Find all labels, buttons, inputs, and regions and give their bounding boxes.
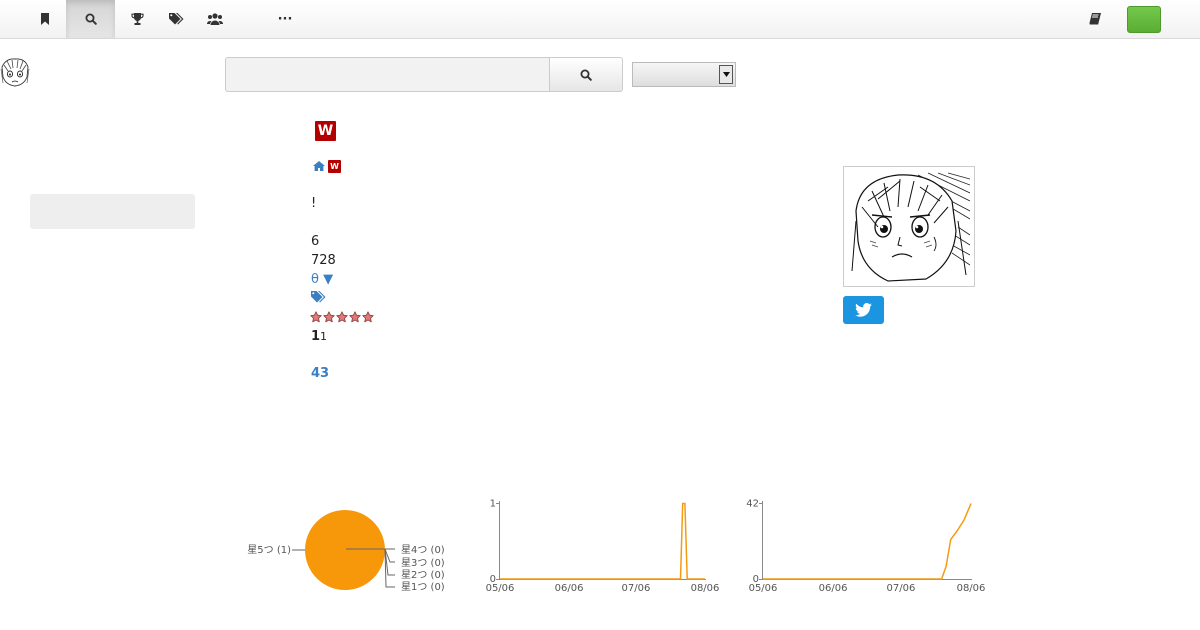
nav-search[interactable]: [66, 0, 115, 38]
chart2-x-tick-label: 07/06: [886, 583, 915, 594]
wiki-badge-large: W: [315, 121, 336, 141]
wiki-badge-small[interactable]: W: [328, 159, 341, 173]
chart1-y-tick-label: 1: [490, 499, 496, 510]
nav-book[interactable]: [1080, 0, 1110, 38]
chart2-series-line: [763, 503, 972, 580]
chart1-x-tick-label: 08/06: [691, 583, 720, 594]
tags-row: [311, 291, 326, 308]
rating-small: 1: [320, 330, 328, 343]
top-navbar: ···: [0, 0, 1200, 39]
account-button[interactable]: [1127, 6, 1161, 33]
nav-bookmark[interactable]: [30, 0, 60, 38]
pie-label-star1: 星1つ (0): [401, 581, 445, 593]
book-icon: [1089, 13, 1101, 25]
daily-line-chart: 01 05/06 06/06 07/06 08/06: [486, 499, 720, 595]
pie-slice-star5: [305, 510, 385, 590]
chevron-down-icon: [719, 65, 733, 84]
pie-label-star2: 星2つ (0): [401, 569, 445, 581]
nav-more[interactable]: ···: [270, 0, 300, 38]
theta-link[interactable]: θ ▼: [311, 272, 333, 288]
star-rating[interactable]: [310, 311, 374, 323]
chart2-y-ticks: [759, 503, 763, 580]
article-image: [843, 166, 975, 287]
chart2-x-tick-label: 08/06: [957, 583, 986, 594]
chart2-y-tick-label: 42: [746, 499, 759, 510]
home-icon[interactable]: [313, 161, 325, 171]
chart1-x-tick-label: 05/06: [486, 583, 515, 594]
search-input[interactable]: [225, 57, 550, 92]
rating-line: 11: [311, 329, 327, 345]
article-count-a: 6: [311, 234, 320, 249]
twitter-icon: [855, 303, 872, 317]
avatar[interactable]: [0, 57, 30, 87]
star-icon[interactable]: [310, 311, 322, 323]
star-icon[interactable]: [349, 311, 361, 323]
pie-label-star3: 星3つ (0): [401, 557, 445, 569]
pie-label-star4: 星4つ (0): [401, 544, 445, 556]
cumulative-line-chart: 042 05/06 06/06 07/06 08/06: [746, 499, 986, 595]
search-icon: [85, 13, 97, 25]
rating-pie-chart: 星5つ (1) 星4つ (0) 星3つ (0) 星2つ (0) 星1つ (0): [247, 510, 445, 593]
nav-tags[interactable]: [161, 0, 191, 38]
tags-icon: [168, 13, 183, 25]
count-link[interactable]: 43: [311, 366, 329, 381]
star-icon[interactable]: [323, 311, 335, 323]
pie-label-star5: 星5つ (1): [247, 544, 291, 556]
search-scope-select[interactable]: [632, 62, 736, 87]
nav-ranking[interactable]: [122, 0, 152, 38]
chart2-x-tick-label: 05/06: [749, 583, 778, 594]
search-button[interactable]: [549, 57, 623, 92]
trophy-icon: [130, 13, 144, 25]
rating-bold: 1: [311, 329, 321, 344]
chart2-x-tick-label: 06/06: [819, 583, 848, 594]
nav-users[interactable]: [200, 0, 230, 38]
twitter-share-button[interactable]: [843, 296, 884, 324]
breadcrumb: W: [313, 159, 341, 173]
tags-icon[interactable]: [311, 291, 326, 303]
search-icon: [580, 69, 592, 81]
chart1-x-tick-label: 06/06: [555, 583, 584, 594]
article-exclamation: !: [311, 196, 317, 211]
chart1-axes: [499, 501, 706, 580]
star-icon[interactable]: [362, 311, 374, 323]
pie-leader-star1: [384, 548, 395, 588]
chart1-x-tick-label: 07/06: [622, 583, 651, 594]
chart1-series-line: [500, 502, 705, 580]
users-icon: [207, 13, 223, 25]
bookmark-icon: [41, 13, 49, 25]
sidebar-panel: [30, 194, 195, 229]
manga-face-image: [848, 171, 971, 282]
chart1-y-ticks: [496, 503, 500, 580]
chart2-axes: [762, 501, 972, 580]
more-icon: ···: [277, 11, 293, 27]
article-count-b: 728: [311, 253, 336, 268]
star-icon[interactable]: [336, 311, 348, 323]
